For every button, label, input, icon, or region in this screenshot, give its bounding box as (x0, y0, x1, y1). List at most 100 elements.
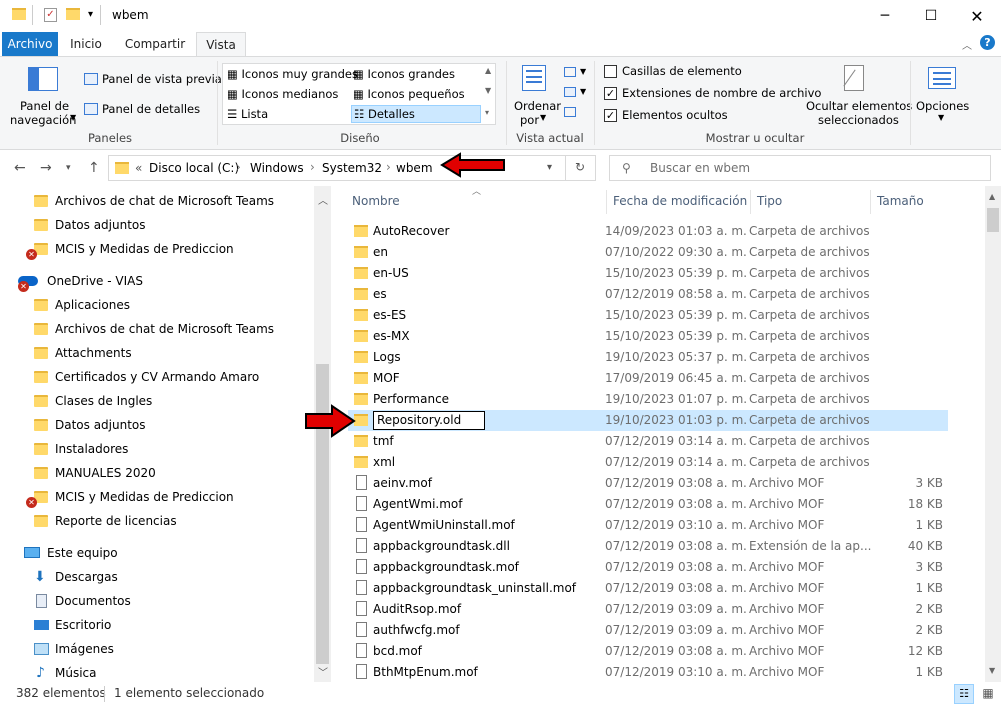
column-tamano[interactable]: Tamaño (877, 194, 924, 208)
table-row[interactable]: AgentWmiUninstall.mof 07/12/2019 03:10 a.… (348, 515, 948, 536)
chevron-right-icon[interactable]: › (310, 160, 315, 174)
table-row[interactable]: AutoRecover 14/09/2023 01:03 a. m. Carpeta… (348, 221, 948, 242)
sort-by-icon[interactable] (522, 65, 546, 91)
breadcrumb-windows[interactable]: Windows (250, 161, 304, 175)
recent-locations-icon[interactable]: ▾ (66, 163, 71, 173)
table-row[interactable]: Logs 19/10/2023 05:37 p. m. Carpeta de arc… (348, 347, 948, 368)
maximize-button[interactable]: ☐ (908, 0, 954, 32)
tab-inicio[interactable]: Inicio (62, 32, 110, 56)
column-fecha[interactable]: Fecha de modificación (613, 194, 747, 208)
scroll-up-icon[interactable]: ▲ (989, 192, 995, 201)
details-view-icon[interactable]: ☷ (954, 684, 974, 704)
layout-iconos-medianos[interactable]: ▦ Iconos medianos (227, 87, 338, 101)
table-row[interactable]: en 07/10/2022 09:30 a. m. Carpeta de archi… (348, 242, 948, 263)
column-nombre[interactable]: Nombre (352, 194, 400, 208)
scroll-down-icon[interactable]: ▼ (989, 666, 995, 675)
ocultos-label[interactable]: Elementos ocultos (622, 108, 728, 122)
ocultar-label[interactable]: Ocultar elementos (806, 99, 912, 113)
table-row[interactable]: es 07/12/2019 08:58 a. m. Carpeta de archi… (348, 284, 948, 305)
expand-gallery-icon[interactable]: ▾ (485, 108, 489, 117)
panel-vista-previa-button[interactable]: Panel de vista previa (102, 72, 222, 86)
table-row[interactable]: xml 07/12/2019 03:14 a. m. Carpeta de arch… (348, 452, 948, 473)
table-row[interactable]: aeinv.mof 07/12/2019 03:08 a. m. Archivo M… (348, 473, 948, 494)
options-icon[interactable] (928, 67, 956, 89)
table-row[interactable]: Repository.old 19/10/2023 01:03 p. m. Carp… (348, 410, 948, 431)
collapse-ribbon-icon[interactable]: ︿ (962, 37, 972, 52)
chevron-down-icon[interactable]: ▼ (70, 113, 76, 122)
ordenar-label[interactable]: Ordenar (514, 99, 561, 113)
table-row[interactable]: MOF 17/09/2019 06:45 a. m. Carpeta de arch… (348, 368, 948, 389)
table-row[interactable]: Performance 19/10/2023 01:07 p. m. Carpeta… (348, 389, 948, 410)
large-icons-view-icon[interactable]: ▦ (978, 684, 998, 704)
ordenar-label-2[interactable]: por (520, 113, 539, 127)
group-by-icon[interactable] (564, 67, 576, 77)
hide-selected-icon[interactable] (843, 65, 864, 91)
table-row[interactable]: en-US 15/10/2023 05:39 p. m. Carpeta de ar… (348, 263, 948, 284)
address-field[interactable]: « Disco local (C:) › Windows › System32 … (108, 155, 596, 181)
casillas-label[interactable]: Casillas de elemento (622, 64, 742, 78)
layout-detalles[interactable]: ☷ Detalles (351, 105, 481, 123)
table-row[interactable]: tmf 07/12/2019 03:14 a. m. Carpeta de arch… (348, 431, 948, 452)
minimize-button[interactable]: ─ (862, 0, 908, 32)
ocultar-label-2[interactable]: seleccionados (818, 113, 899, 127)
layout-iconos-pequenos[interactable]: ▦ Iconos pequeños (353, 87, 465, 101)
table-row[interactable]: AuditRsop.mof 07/12/2019 03:09 a. m. Archi… (348, 599, 948, 620)
new-folder-icon[interactable] (66, 8, 80, 20)
casillas-checkbox[interactable] (604, 65, 617, 78)
tab-archivo[interactable]: Archivo (2, 32, 58, 56)
table-row[interactable]: appbackgroundtask.mof 07/12/2019 03:08 a.… (348, 557, 948, 578)
up-button[interactable]: ↑ (88, 160, 100, 176)
chevron-down-icon[interactable]: ▼ (938, 113, 944, 122)
size-columns-icon[interactable] (564, 107, 576, 117)
tab-vista[interactable]: Vista (196, 32, 246, 57)
layout-lista[interactable]: ☰ Lista (227, 107, 268, 121)
overflow-crumbs[interactable]: « (135, 161, 142, 175)
vertical-scrollbar[interactable] (985, 186, 1001, 682)
table-row[interactable]: es-MX 15/10/2023 05:39 p. m. Carpeta de ar… (348, 326, 948, 347)
breadcrumb-wbem[interactable]: wbem (396, 161, 433, 175)
breadcrumb-system32[interactable]: System32 (322, 161, 382, 175)
customize-toolbar-icon[interactable]: ▾ (88, 9, 93, 20)
table-row[interactable]: bcd.mof 07/12/2019 03:08 a. m. Archivo MOF… (348, 641, 948, 662)
rename-input[interactable]: Repository.old (373, 411, 485, 430)
layout-iconos-muy-grandes[interactable]: ▦ Iconos muy grandes (227, 67, 358, 81)
extensiones-checkbox[interactable]: ✓ (604, 87, 617, 100)
chevron-right-icon[interactable]: › (236, 160, 241, 174)
column-divider[interactable] (750, 190, 751, 214)
column-divider[interactable] (870, 190, 871, 214)
column-tipo[interactable]: Tipo (757, 194, 782, 208)
back-button[interactable]: ← (14, 160, 26, 176)
scroll-down-icon[interactable]: ▼ (485, 86, 491, 95)
chevron-down-icon[interactable]: ▼ (580, 87, 586, 96)
scroll-down-icon[interactable]: ﹀ (318, 664, 328, 679)
help-icon[interactable]: ? (980, 35, 995, 50)
table-row[interactable]: authfwcfg.mof 07/12/2019 03:09 a. m. Archi… (348, 620, 948, 641)
properties-icon[interactable]: ✓ (44, 8, 57, 22)
chevron-down-icon[interactable]: ▼ (580, 67, 586, 76)
table-row[interactable]: AgentWmi.mof 07/12/2019 03:08 a. m. Archiv… (348, 494, 948, 515)
scroll-up-icon[interactable]: ▲ (485, 66, 491, 75)
panel-detalles-button[interactable]: Panel de detalles (102, 102, 200, 116)
extensiones-label[interactable]: Extensiones de nombre de archivo (622, 86, 821, 100)
layout-iconos-grandes[interactable]: ▦ Iconos grandes (353, 67, 455, 81)
ocultos-checkbox[interactable]: ✓ (604, 109, 617, 122)
chevron-down-icon[interactable]: ▼ (540, 113, 546, 122)
scrollbar-thumb[interactable] (987, 208, 999, 232)
table-row[interactable]: appbackgroundtask_uninstall.mof 07/12/201… (348, 578, 948, 599)
close-button[interactable]: ✕ (954, 0, 1000, 32)
column-divider[interactable] (606, 190, 607, 214)
panel-navegacion-label-2[interactable]: navegación (10, 113, 76, 127)
table-row[interactable]: es-ES 15/10/2023 05:39 p. m. Carpeta de ar… (348, 305, 948, 326)
breadcrumb-disco-local[interactable]: Disco local (C:) (149, 161, 239, 175)
tab-compartir[interactable]: Compartir (118, 32, 192, 56)
forward-button[interactable]: → (40, 160, 52, 176)
search-box[interactable]: ⚲ Buscar en wbem (609, 155, 991, 181)
search-input[interactable]: Buscar en wbem (650, 161, 750, 175)
panel-navegacion-label[interactable]: Panel de (20, 99, 69, 113)
table-row[interactable]: appbackgroundtask.dll 07/12/2019 03:08 a.… (348, 536, 948, 557)
table-row[interactable]: BthMtpEnum.mof 07/12/2019 03:10 a. m. Arch… (348, 662, 948, 682)
scroll-up-icon[interactable]: ︿ (318, 192, 328, 207)
opciones-button[interactable]: Opciones (916, 99, 969, 113)
chevron-right-icon[interactable]: › (386, 160, 391, 174)
navigation-pane-icon[interactable] (28, 67, 58, 91)
